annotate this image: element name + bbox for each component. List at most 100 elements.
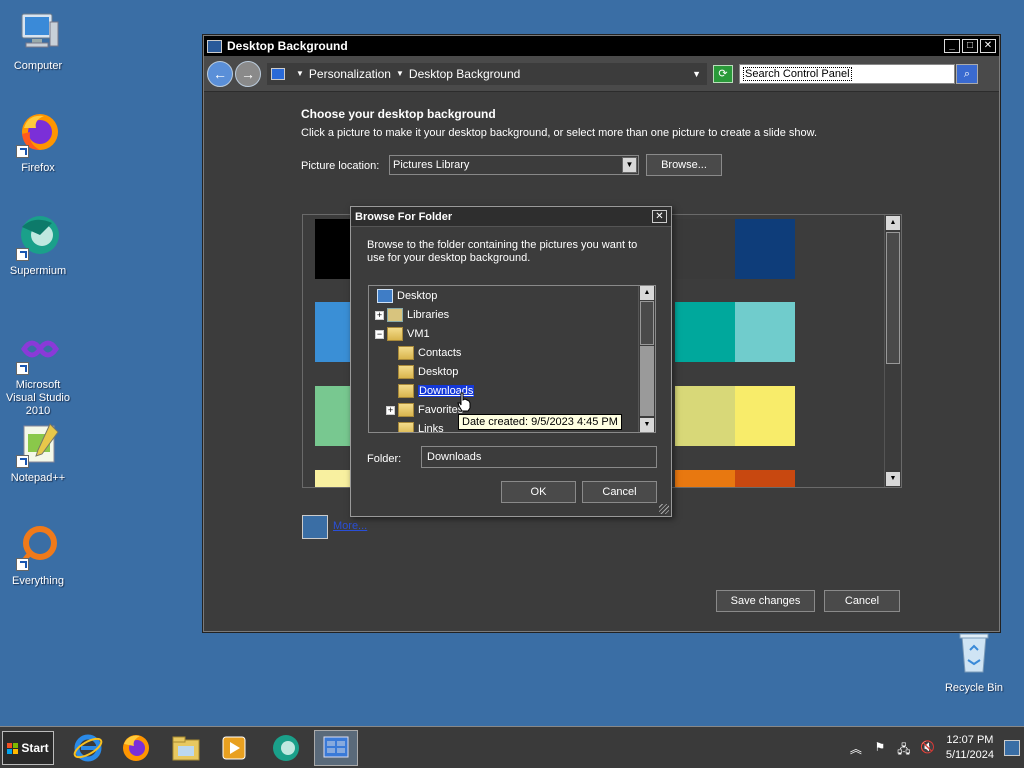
address-dropdown-icon[interactable]: ▼: [692, 69, 701, 79]
expand-icon[interactable]: +: [375, 310, 384, 320]
clock-date: 5/11/2024: [945, 749, 994, 761]
save-changes-button[interactable]: Save changes: [716, 590, 815, 612]
taskbar-control-panel[interactable]: [314, 730, 358, 766]
background-swatch[interactable]: [735, 302, 795, 362]
scroll-up-icon[interactable]: ▲: [886, 216, 900, 230]
desktop-icon-recycle-bin[interactable]: Recycle Bin: [936, 630, 1012, 695]
scroll-down-icon[interactable]: ▼: [886, 472, 900, 486]
background-swatch[interactable]: [675, 470, 735, 487]
desktop-icon-computer[interactable]: Computer: [0, 8, 76, 73]
taskbar-media-player[interactable]: [212, 730, 256, 766]
page-heading: Choose your desktop background: [301, 107, 496, 121]
resize-grip-icon[interactable]: [659, 504, 669, 514]
tree-item-contacts[interactable]: Contacts: [398, 344, 461, 362]
control-panel-icon: [207, 39, 222, 53]
start-button[interactable]: Start: [2, 731, 54, 765]
shortcut-arrow-icon: [16, 558, 29, 571]
back-button[interactable]: ←: [207, 60, 233, 87]
collapse-icon[interactable]: −: [375, 329, 384, 339]
background-swatch[interactable]: [675, 219, 735, 279]
background-color-swatch[interactable]: [302, 515, 328, 539]
gallery-scrollbar[interactable]: ▲ ▼: [884, 215, 901, 487]
tree-item-favorites[interactable]: + Favorites: [386, 401, 463, 419]
folder-icon: [398, 365, 414, 379]
user-folder-icon: [387, 327, 403, 341]
forward-button[interactable]: →: [235, 60, 261, 87]
background-swatch[interactable]: [675, 386, 735, 446]
desktop-icon-everything[interactable]: Everything: [0, 523, 76, 588]
more-colors-link[interactable]: More...: [333, 520, 367, 532]
ok-button[interactable]: OK: [501, 481, 576, 503]
action-center-flag-icon[interactable]: ⚑: [872, 740, 888, 756]
scroll-thumb[interactable]: [640, 301, 654, 345]
shortcut-arrow-icon: [16, 248, 29, 261]
picture-location-select[interactable]: Pictures Library ▼: [389, 155, 639, 175]
scroll-up-icon[interactable]: ▲: [640, 286, 654, 300]
scroll-track[interactable]: [640, 346, 654, 416]
supermium-icon: [14, 213, 62, 261]
desktop-icon-visual-studio[interactable]: Microsoft Visual Studio 2010: [0, 327, 76, 418]
dialog-close-button[interactable]: ✕: [652, 210, 667, 223]
background-swatch[interactable]: [675, 302, 735, 362]
desktop-icon-firefox[interactable]: Firefox: [0, 110, 76, 175]
browse-for-folder-dialog: Browse For Folder ✕ Browse to the folder…: [350, 206, 672, 517]
expand-icon[interactable]: +: [386, 405, 395, 415]
maximize-button[interactable]: □: [962, 39, 978, 53]
browse-button[interactable]: Browse...: [646, 154, 722, 176]
search-input[interactable]: Search Control Panel: [739, 63, 955, 84]
desktop-icon: [377, 289, 393, 303]
breadcrumb-personalization[interactable]: Personalization: [309, 67, 391, 81]
background-swatch[interactable]: [735, 219, 795, 279]
address-bar[interactable]: ▼ Personalization ▼ Desktop Background ▼: [267, 62, 707, 85]
tree-scrollbar[interactable]: ▲ ▼: [638, 286, 655, 432]
folder-tree: Desktop + Libraries − VM1 Contacts Deskt…: [368, 285, 656, 433]
cancel-button[interactable]: Cancel: [824, 590, 900, 612]
scroll-down-icon[interactable]: ▼: [640, 418, 654, 432]
tree-item-desktop[interactable]: Desktop: [377, 287, 437, 305]
tree-item-libraries[interactable]: + Libraries: [375, 306, 449, 324]
tree-item-desktop-folder[interactable]: Desktop: [398, 363, 458, 381]
breadcrumb-separator-icon[interactable]: ▼: [396, 69, 404, 78]
network-icon[interactable]: 🖧: [896, 740, 912, 756]
start-label: Start: [21, 741, 49, 755]
scroll-thumb[interactable]: [886, 232, 900, 364]
notepadpp-icon: [14, 420, 62, 468]
desktop-icon-supermium[interactable]: Supermium: [0, 213, 76, 278]
tree-item-links[interactable]: Links: [398, 420, 444, 432]
favorites-folder-icon: [398, 403, 414, 417]
breadcrumb-separator-icon[interactable]: ▼: [296, 69, 304, 78]
shortcut-arrow-icon: [16, 145, 29, 158]
recycle-bin-icon: [950, 630, 998, 678]
tree-item-vm1[interactable]: − VM1: [375, 325, 430, 343]
folder-input[interactable]: Downloads: [421, 446, 657, 468]
picture-location-label: Picture location:: [301, 160, 380, 172]
desktop-icon-notepadpp[interactable]: Notepad++: [0, 420, 76, 485]
search-icon[interactable]: ⌕: [956, 63, 978, 84]
window-title: Desktop Background: [227, 39, 348, 53]
minimize-button[interactable]: _: [944, 39, 960, 53]
shortcut-arrow-icon: [16, 362, 29, 375]
clock[interactable]: 12:07 PM 5/11/2024: [946, 733, 994, 763]
taskbar-file-explorer[interactable]: [164, 730, 208, 766]
taskbar: Start ︽ ⚑ 🖧 🔇 12:07 PM 5/11/2024: [0, 726, 1024, 768]
breadcrumb-desktop-background[interactable]: Desktop Background: [409, 67, 520, 81]
folder-label: Folder:: [367, 453, 402, 465]
dialog-cancel-button[interactable]: Cancel: [582, 481, 657, 503]
dialog-title[interactable]: Browse For Folder: [351, 207, 671, 227]
background-swatch[interactable]: [735, 386, 795, 446]
window-titlebar[interactable]: Desktop Background _ □ ✕: [204, 36, 999, 56]
taskbar-internet-explorer[interactable]: [66, 730, 110, 766]
close-button[interactable]: ✕: [980, 39, 996, 53]
show-desktop-button[interactable]: [1004, 740, 1020, 756]
background-swatch[interactable]: [735, 470, 795, 487]
firefox-icon: [123, 735, 149, 761]
show-hidden-icons-icon[interactable]: ︽: [848, 740, 864, 756]
address-toolbar: ← → ▼ Personalization ▼ Desktop Backgrou…: [204, 56, 999, 92]
chevron-down-icon[interactable]: ▼: [622, 157, 637, 173]
volume-muted-icon[interactable]: 🔇: [920, 740, 936, 756]
refresh-button[interactable]: ⟳: [713, 64, 733, 83]
taskbar-supermium[interactable]: [264, 730, 308, 766]
control-panel-icon: [323, 736, 349, 758]
taskbar-firefox[interactable]: [114, 730, 158, 766]
windows-logo-icon: [7, 742, 19, 754]
